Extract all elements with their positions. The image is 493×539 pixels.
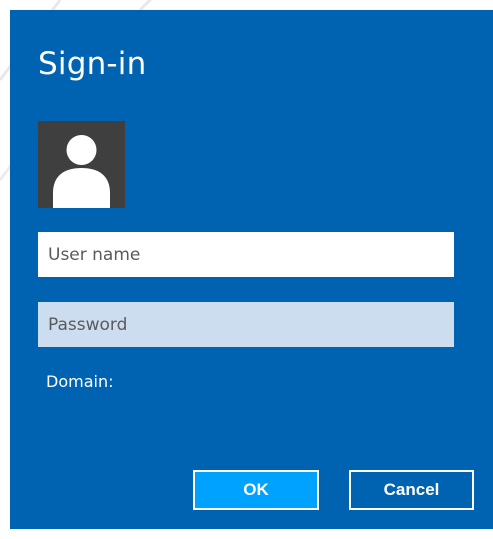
dialog-title: Sign-in bbox=[38, 46, 147, 82]
domain-label: Domain: bbox=[46, 372, 114, 391]
ok-button[interactable]: OK bbox=[193, 470, 319, 510]
user-avatar bbox=[38, 121, 125, 208]
cancel-button[interactable]: Cancel bbox=[349, 470, 474, 510]
cancel-button-label: Cancel bbox=[383, 480, 440, 499]
sign-in-dialog: Sign-in Domain: OK Cancel bbox=[10, 10, 493, 529]
ok-button-label: OK bbox=[243, 480, 269, 499]
user-silhouette-icon bbox=[53, 135, 110, 208]
username-input[interactable] bbox=[38, 232, 454, 277]
password-input[interactable] bbox=[38, 302, 454, 347]
